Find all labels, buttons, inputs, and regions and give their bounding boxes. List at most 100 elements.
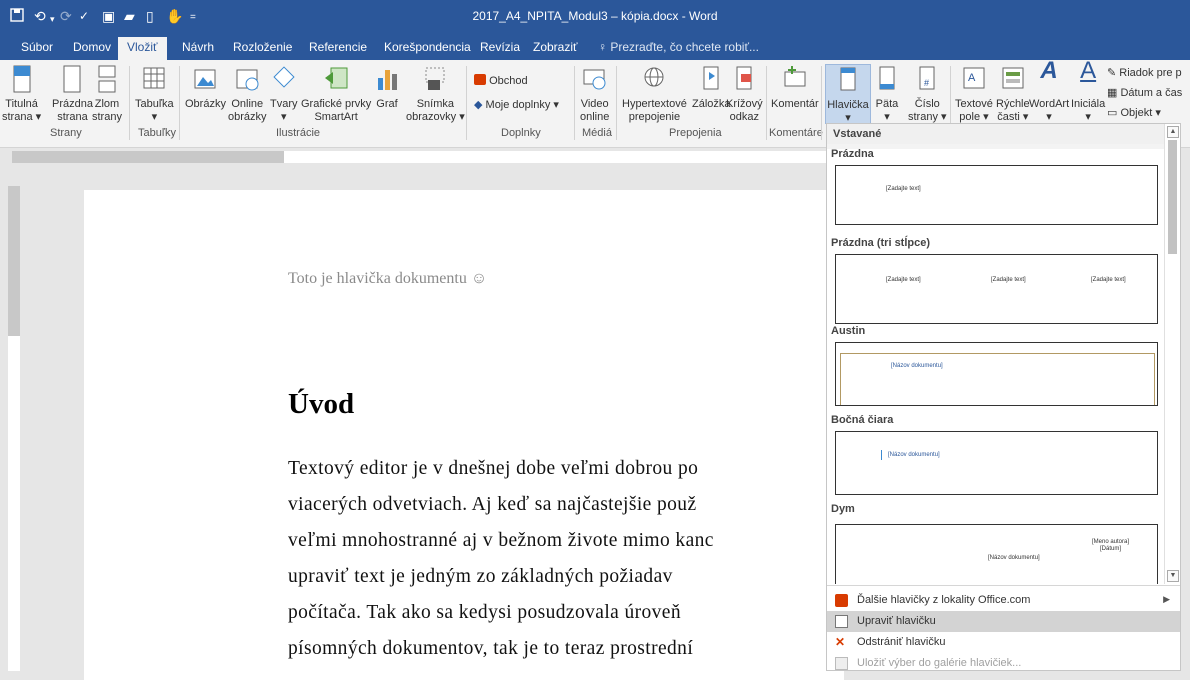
menu-remove-header[interactable]: ✕ Odstrániť hlavičku bbox=[827, 632, 1180, 653]
tab-korespondencia[interactable]: Korešpondencia bbox=[384, 40, 471, 54]
scroll-down-icon[interactable]: ▼ bbox=[1167, 570, 1179, 582]
gallery-item-prazdna-tri-stlpce[interactable]: [Zadajte text] [Zadajte text] [Zadajte t… bbox=[835, 254, 1158, 324]
document-area: Toto je hlavička dokumentu ☺ Úvod Textov… bbox=[20, 166, 844, 680]
remove-header-icon: ✕ bbox=[835, 635, 846, 649]
hyperlink-button[interactable]: Hypertextové prepojenie bbox=[622, 64, 687, 124]
table-button[interactable]: Tabuľka ▾ bbox=[135, 64, 174, 124]
placeholder-text: [Dátum] bbox=[1100, 546, 1122, 552]
text-box-label-2: pole ▾ bbox=[959, 111, 989, 123]
body-line[interactable]: veľmi mnohostranné aj v bežnom živote mi… bbox=[288, 530, 714, 552]
gallery-item-dym[interactable]: [Meno autora] [Dátum] [Názov dokumentu] bbox=[835, 524, 1158, 584]
cross-reference-button[interactable]: Krížový odkaz bbox=[726, 64, 763, 124]
group-label-prepojenia: Prepojenia bbox=[669, 127, 722, 139]
footer-button[interactable]: Päta ▾ bbox=[874, 64, 900, 124]
quick-parts-icon bbox=[1000, 64, 1026, 94]
document-page[interactable]: Toto je hlavička dokumentu ☺ Úvod Textov… bbox=[84, 190, 844, 680]
picture-icon bbox=[192, 64, 218, 94]
title-bar: ⟲ ▾ ⟳ ✓ ▣ ▰ ▯ ✋ = 2017_A4_NPITA_Modul3 –… bbox=[0, 0, 1190, 33]
chart-button[interactable]: Graf bbox=[374, 64, 400, 111]
scroll-up-icon[interactable]: ▲ bbox=[1167, 126, 1179, 138]
tab-rozlozenie[interactable]: Rozloženie bbox=[233, 40, 292, 54]
menu-label: Uložiť výber do galérie hlavičiek... bbox=[857, 657, 1022, 669]
gallery-item-bocna-ciara[interactable]: [Názov dokumentu] bbox=[835, 431, 1158, 495]
smartart-label-2: SmartArt bbox=[314, 111, 358, 123]
page-break-button[interactable]: Zlom strany bbox=[92, 64, 122, 124]
object-button[interactable]: ▭ Objekt ▾ bbox=[1107, 106, 1161, 119]
cover-page-button[interactable]: Titulná strana ▾ bbox=[2, 64, 41, 124]
gallery-scrollbar[interactable]: ▲ ▼ bbox=[1164, 124, 1180, 584]
object-label: Objekt bbox=[1120, 107, 1153, 119]
tab-zobrazit[interactable]: Zobraziť bbox=[533, 40, 578, 54]
menu-label: Ďalšie hlavičky z lokality Office.com bbox=[857, 594, 1031, 606]
separator bbox=[574, 66, 575, 140]
menu-edit-header[interactable]: Upraviť hlavičku bbox=[827, 611, 1180, 632]
tab-revizia[interactable]: Revízia bbox=[480, 40, 520, 54]
gallery-item-prazdna[interactable]: [Zadajte text] bbox=[835, 165, 1158, 225]
pictures-button[interactable]: Obrázky bbox=[185, 64, 226, 111]
tab-domov[interactable]: Domov bbox=[73, 40, 111, 54]
bookmark-button[interactable]: Záložka bbox=[692, 64, 731, 111]
comment-button[interactable]: Komentár bbox=[771, 64, 819, 111]
drop-cap-button[interactable]: A Iniciála ▾ bbox=[1071, 57, 1105, 124]
scroll-thumb[interactable] bbox=[1168, 140, 1177, 254]
document-heading[interactable]: Úvod bbox=[288, 388, 354, 421]
header-button[interactable]: Hlavička ▾ bbox=[825, 64, 871, 124]
smartart-label: Grafické prvky bbox=[301, 98, 372, 110]
footer-dropdown: ▾ bbox=[884, 111, 890, 123]
gallery-item-title: Prázdna (tri stĺpce) bbox=[831, 237, 931, 249]
blank-page-label: Prázdna bbox=[52, 98, 93, 110]
my-addins-button[interactable]: ◆ Moje doplnky ▾ bbox=[474, 98, 559, 111]
page-number-label-2: strany ▾ bbox=[908, 111, 947, 123]
store-button[interactable]: Obchod bbox=[474, 74, 528, 87]
body-line[interactable]: Textový editor je v dnešnej dobe veľmi d… bbox=[288, 458, 698, 480]
placeholder-text: [Názov dokumentu] bbox=[988, 555, 1040, 561]
tell-me-text: Prezraďte, čo chcete robiť... bbox=[610, 40, 759, 54]
online-video-button[interactable]: Video online bbox=[580, 64, 609, 124]
gallery-section-label: Vstavané bbox=[833, 128, 882, 140]
body-line[interactable]: upraviť text je jedným zo základných pož… bbox=[288, 566, 673, 588]
wordart-button[interactable]: A WordArt ▾ bbox=[1029, 57, 1069, 124]
body-line[interactable]: počítača. Tak ako sa kedysi posudzovala … bbox=[288, 602, 681, 624]
edit-header-icon bbox=[835, 615, 848, 628]
text-box-icon: A bbox=[961, 64, 987, 94]
horizontal-ruler[interactable] bbox=[0, 148, 826, 166]
menu-more-headers[interactable]: Ďalšie hlavičky z lokality Office.com ▶ bbox=[827, 590, 1180, 611]
online-pictures-button[interactable]: Online obrázky bbox=[228, 64, 267, 124]
tab-subor[interactable]: Súbor bbox=[21, 40, 53, 54]
cover-page-label-2: strana ▾ bbox=[2, 111, 42, 123]
smartart-button[interactable]: Grafické prvky SmartArt bbox=[301, 64, 371, 124]
comment-icon bbox=[782, 64, 808, 94]
vertical-ruler[interactable] bbox=[0, 166, 20, 671]
gallery-item-austin[interactable]: [Názov dokumentu] bbox=[835, 342, 1158, 406]
body-line[interactable]: viacerých odvetviach. Aj keď sa najčaste… bbox=[288, 494, 697, 516]
my-addins-label: Moje doplnky bbox=[485, 99, 551, 111]
separator bbox=[179, 66, 180, 140]
gallery-section-bar: Vstavané bbox=[827, 124, 1164, 144]
text-box-button[interactable]: A Textové pole ▾ bbox=[955, 64, 993, 124]
quick-parts-button[interactable]: Rýchle časti ▾ bbox=[996, 64, 1030, 124]
separator bbox=[616, 66, 617, 140]
body-line[interactable]: písomných dokumentov, tak je to teraz pr… bbox=[288, 638, 693, 660]
page-break-icon bbox=[94, 64, 120, 94]
gallery-item-title: Bočná čiara bbox=[831, 414, 894, 426]
shapes-button[interactable]: Tvary ▾ bbox=[270, 64, 298, 124]
table-label: Tabuľka bbox=[135, 98, 174, 110]
tell-me-search[interactable]: ♀ Prezraďte, čo chcete robiť... bbox=[598, 40, 759, 54]
austin-border bbox=[840, 353, 1155, 405]
lightbulb-icon: ♀ bbox=[598, 40, 607, 54]
header-gallery: Vstavané Prázdna [Zadajte text] Prázdna … bbox=[826, 123, 1181, 671]
drop-cap-icon: A bbox=[1080, 57, 1097, 84]
screenshot-button[interactable]: Snímka obrazovky ▾ bbox=[406, 64, 465, 124]
page-number-button[interactable]: # Číslo strany ▾ bbox=[908, 64, 947, 124]
wordart-icon: A bbox=[1040, 57, 1058, 84]
document-header-text[interactable]: Toto je hlavička dokumentu ☺ bbox=[288, 270, 487, 288]
blank-page-button[interactable]: Prázdna strana bbox=[52, 64, 93, 124]
signature-line-button[interactable]: ✎ Riadok pre p bbox=[1107, 66, 1182, 79]
page-number-icon: # bbox=[914, 64, 940, 94]
tab-navrh[interactable]: Návrh bbox=[182, 40, 214, 54]
text-box-label: Textové bbox=[955, 98, 993, 110]
tab-referencie[interactable]: Referencie bbox=[309, 40, 367, 54]
group-label-media: Médiá bbox=[582, 127, 612, 139]
date-time-button[interactable]: ▦ Dátum a čas bbox=[1107, 86, 1182, 99]
tab-vlozit[interactable]: Vložiť bbox=[118, 37, 167, 60]
